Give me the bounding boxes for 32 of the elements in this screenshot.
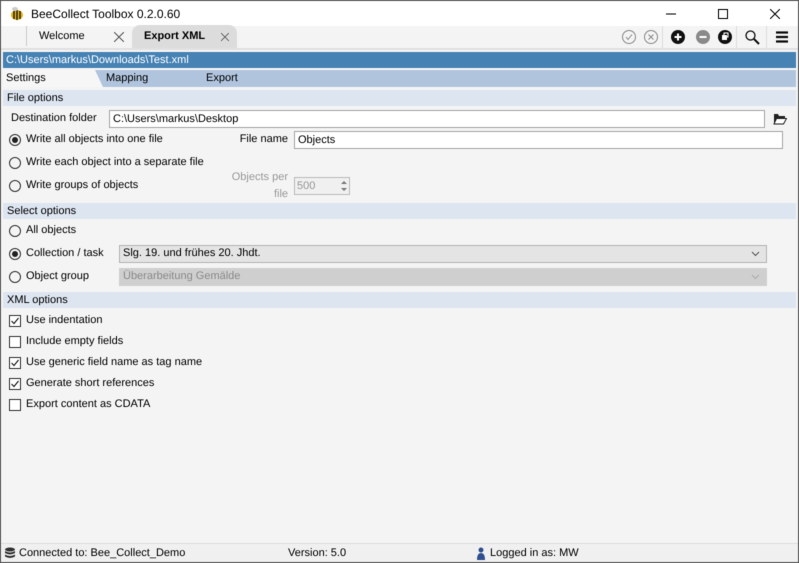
window-title: BeeCollect Toolbox 0.2.0.60: [31, 6, 182, 22]
section-header: XML options: [3, 292, 796, 308]
file-name-field[interactable]: Objects: [294, 130, 783, 148]
option-label: Export content as CDATA: [26, 397, 150, 412]
section-header: File options: [3, 90, 796, 106]
status-text: Version: 5.0: [288, 546, 348, 561]
option-label: Use generic field name as tag name: [26, 355, 202, 370]
status-text: Logged in as: MW: [490, 546, 579, 561]
dropdown[interactable]: Slg. 19. und frühes 20. Jhdt.: [119, 244, 767, 262]
field-label: Objects per file: [230, 170, 288, 202]
destination-field[interactable]: C:\Users\markus\Desktop: [109, 110, 765, 128]
option-label: Use indentation: [26, 313, 102, 328]
dropdown: Überarbeitung Gemälde: [119, 268, 767, 286]
option-label: Write all objects into one file: [26, 132, 164, 148]
subtab[interactable]: Export: [203, 70, 303, 87]
option-label: Include empty fields: [26, 334, 124, 350]
subtab[interactable]: Settings: [3, 70, 103, 87]
section-header: Select options: [3, 203, 796, 219]
status-text: Connected to: Bee_Collect_Demo: [19, 546, 186, 561]
option-label: Object group: [26, 269, 90, 284]
field-label: Destination folder: [11, 111, 98, 126]
option-label: Write groups of objects: [26, 178, 140, 194]
subtab[interactable]: Mapping: [103, 70, 203, 87]
document-tab[interactable]: Export XML: [132, 25, 237, 48]
file-path: C:\Users\markus\Downloads\Test.xml: [3, 52, 796, 68]
option-label: Generate short references: [26, 376, 154, 392]
field-label: File name: [238, 132, 288, 148]
spin-field: 500: [294, 176, 350, 194]
option-label: Write each object into a separate file: [26, 155, 205, 170]
document-tab[interactable]: Welcome: [27, 25, 132, 48]
option-label: Collection / task: [26, 246, 105, 262]
option-label: All objects: [26, 223, 78, 238]
